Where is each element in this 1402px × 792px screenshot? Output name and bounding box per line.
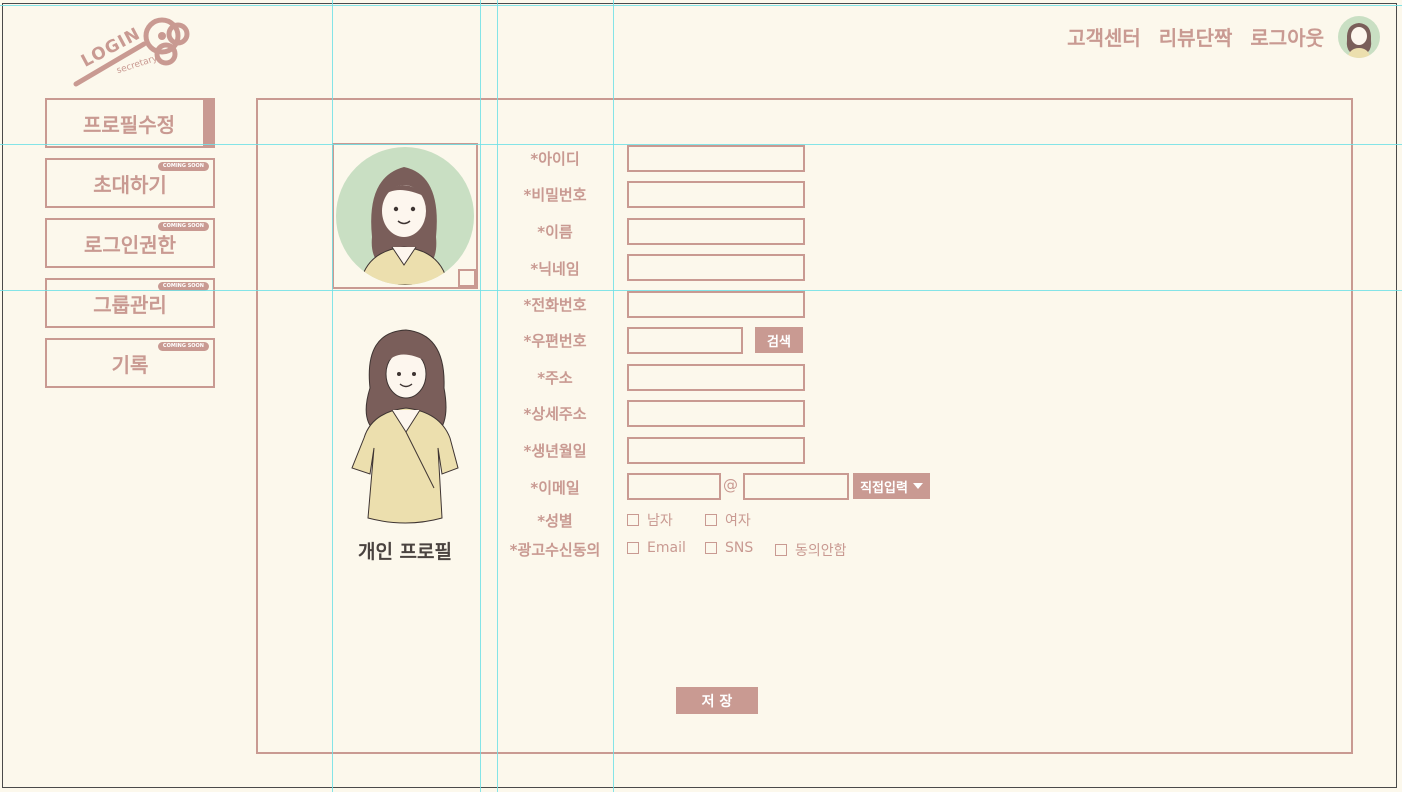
password-label: *비밀번호 xyxy=(523,186,587,204)
address-label: *주소 xyxy=(537,369,573,387)
gender-female-label: 여자 xyxy=(725,513,751,529)
name-label: *이름 xyxy=(537,223,573,241)
ad-decline-label: 동의안함 xyxy=(795,543,847,559)
profile-photo-circle xyxy=(336,147,474,285)
avatar-icon xyxy=(1346,23,1372,58)
checkbox-icon xyxy=(705,514,717,526)
zipcode-label: *우편번호 xyxy=(523,332,587,350)
ad-decline-checkbox[interactable]: 동의안함 xyxy=(775,540,847,560)
zipcode-input[interactable] xyxy=(627,327,743,354)
nickname-label: *닉네임 xyxy=(530,260,580,278)
coming-soon-badge: COMING SOON xyxy=(157,342,209,351)
id-input[interactable] xyxy=(627,145,805,172)
person-full-body-illustration xyxy=(351,329,459,524)
layout-guide-line xyxy=(480,0,481,792)
address-detail-input[interactable] xyxy=(627,400,805,427)
sidebar-item-profile-edit[interactable]: 프로필수정 xyxy=(45,98,215,148)
sidebar-item-label: 그룹관리 xyxy=(93,292,167,317)
nickname-input[interactable] xyxy=(627,254,805,281)
coming-soon-badge: COMING SOON xyxy=(157,162,209,171)
email-label: *이메일 xyxy=(530,479,580,497)
layout-guide-line xyxy=(0,5,1402,6)
gender-female-checkbox[interactable]: 여자 xyxy=(705,510,751,530)
layout-guide-line xyxy=(0,290,1402,291)
address-input[interactable] xyxy=(627,364,805,391)
layout-guide-line xyxy=(0,144,1402,145)
sidebar-item-label: 프로필수정 xyxy=(83,112,175,137)
coming-soon-badge: COMING SOON xyxy=(157,222,209,231)
sidebar-item-login-permission[interactable]: 로그인권한 COMING SOON xyxy=(45,218,215,268)
checkbox-icon xyxy=(627,542,639,554)
caret-down-icon xyxy=(912,483,923,489)
gender-label: *성별 xyxy=(537,512,573,530)
sidebar-item-label: 초대하기 xyxy=(93,172,167,197)
phone-label: *전화번호 xyxy=(523,296,587,314)
ad-sns-checkbox[interactable]: SNS xyxy=(705,540,753,556)
id-label: *아이디 xyxy=(530,150,580,168)
email-at-sign: @ xyxy=(723,476,738,494)
zipcode-search-button[interactable]: 검색 xyxy=(755,327,803,353)
layout-guide-line xyxy=(332,0,333,792)
sidebar-item-group-manage[interactable]: 그룹관리 COMING SOON xyxy=(45,278,215,328)
person-portrait-icon xyxy=(359,167,449,285)
ad-email-checkbox[interactable]: Email xyxy=(627,540,686,556)
ad-sns-label: SNS xyxy=(725,540,754,556)
layout-guide-line xyxy=(497,0,498,792)
gender-male-label: 남자 xyxy=(647,513,673,529)
checkbox-icon xyxy=(775,544,787,556)
nav-customer-center[interactable]: 고객센터 xyxy=(1067,22,1141,51)
ad-email-label: Email xyxy=(647,540,686,556)
address-detail-label: *상세주소 xyxy=(523,405,587,423)
password-input[interactable] xyxy=(627,181,805,208)
name-input[interactable] xyxy=(627,218,805,245)
gender-male-checkbox[interactable]: 남자 xyxy=(627,510,673,530)
top-nav: 고객센터 리뷰단짝 로그아웃 xyxy=(1067,22,1324,51)
email-local-input[interactable] xyxy=(627,473,721,500)
sidebar-item-label: 로그인권한 xyxy=(84,232,176,257)
save-button[interactable]: 저 장 xyxy=(676,687,758,714)
layout-guide-line xyxy=(613,0,614,792)
phone-input[interactable] xyxy=(627,291,805,318)
checkbox-icon xyxy=(705,542,717,554)
checkbox-icon xyxy=(627,514,639,526)
profile-photo[interactable] xyxy=(332,143,478,289)
sidebar-item-label: 기록 xyxy=(111,352,149,377)
birth-input[interactable] xyxy=(627,437,805,464)
birth-label: *생년월일 xyxy=(523,442,587,460)
email-domain-select-label: 직접입력 xyxy=(860,480,908,496)
profile-caption: 개인 프로필 xyxy=(357,541,452,563)
nav-review[interactable]: 리뷰단짝 xyxy=(1159,22,1233,51)
sidebar-item-history[interactable]: 기록 COMING SOON xyxy=(45,338,215,388)
ad-consent-label: *광고수신동의 xyxy=(509,541,601,559)
nav-logout[interactable]: 로그아웃 xyxy=(1250,22,1324,51)
email-domain-input[interactable] xyxy=(743,473,849,500)
sidebar-item-invite[interactable]: 초대하기 COMING SOON xyxy=(45,158,215,208)
photo-upload-handle[interactable] xyxy=(458,269,476,287)
user-avatar[interactable] xyxy=(1338,16,1380,58)
email-domain-select[interactable]: 직접입력 xyxy=(853,473,930,499)
